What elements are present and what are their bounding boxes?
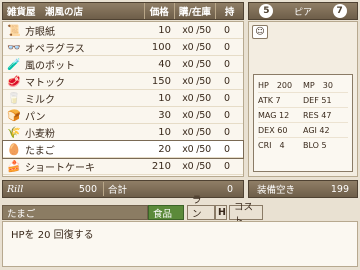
- item-owned: 0: [223, 160, 231, 172]
- item-row[interactable]: 📜 方眼紙 10 x0 /50 0: [3, 22, 243, 39]
- item-row[interactable]: 🥛 ミルク 10 x0 /50 0: [3, 90, 243, 107]
- item-name: 小麦粉: [25, 128, 55, 140]
- item-name: オペラグラス: [25, 43, 85, 55]
- item-stock: x0 /50: [182, 24, 211, 36]
- meat-icon: 🥩: [7, 74, 21, 88]
- item-name: ミルク: [25, 94, 55, 106]
- item-price: 10: [158, 24, 171, 36]
- item-stock: x0 /50: [182, 109, 211, 121]
- currency-value: 500: [78, 183, 97, 195]
- paper-icon: 📜: [7, 23, 21, 37]
- item-name: たまご: [25, 145, 55, 157]
- item-price: 100: [151, 41, 171, 53]
- detail-cost-label: コスト: [229, 202, 263, 227]
- detail-item-name: たまご: [2, 205, 148, 220]
- item-row[interactable]: 🧪 風のポット 40 x0 /50 0: [3, 56, 243, 73]
- detail-rank-label: ランク: [187, 195, 215, 234]
- total-value: 0: [226, 183, 233, 195]
- item-description-box: HPを 20 回復する: [2, 221, 358, 267]
- item-row[interactable]: 👓 オペラグラス 100 x0 /50 0: [3, 39, 243, 56]
- stat-res: RES 47: [303, 110, 332, 120]
- item-stock: x0 /50: [182, 160, 211, 172]
- stat-def: DEF 51: [303, 95, 332, 105]
- detail-rank-value: H: [215, 205, 227, 220]
- item-owned: 0: [223, 92, 231, 104]
- shop-title: 雑貨屋 潮風の店: [7, 7, 84, 18]
- stat-atk: ATK 7: [258, 95, 281, 105]
- stat-blo: BLO 5: [303, 141, 327, 150]
- coin-right-count: 7: [332, 4, 347, 18]
- column-header-owned: 持: [215, 3, 243, 19]
- item-owned: 0: [223, 126, 231, 138]
- item-price: 210: [151, 160, 171, 172]
- item-row[interactable]: 🍞 パン 30 x0 /50 0: [3, 107, 243, 124]
- column-header-price: 価格: [143, 3, 174, 19]
- stat-mag: MAG 12: [258, 110, 290, 120]
- item-stock: x0 /50: [182, 143, 211, 155]
- bread-icon: 🍞: [7, 108, 21, 122]
- coin-label: ピア: [293, 7, 312, 18]
- item-price: 10: [158, 126, 171, 138]
- item-row[interactable]: 🍰 ショートケーキ 210 x0 /50 0: [3, 158, 243, 175]
- item-price: 20: [158, 143, 171, 155]
- stat-dex: DEX 60: [258, 125, 288, 135]
- item-description: HPを 20 回復する: [11, 230, 94, 241]
- flour-icon: 🌾: [7, 125, 21, 139]
- character-face-icon[interactable]: ☺: [252, 25, 268, 39]
- item-name: 風のポット: [25, 60, 75, 72]
- item-stock: x0 /50: [182, 41, 211, 53]
- character-panel: ☺ HP 200 MP 30 ATK 7 DEF 51 MAG 12 RES 4…: [248, 21, 358, 177]
- detail-category-badge: 食品: [148, 205, 184, 220]
- capacity-value: 199: [330, 183, 349, 195]
- item-stock: x0 /50: [182, 92, 211, 104]
- item-name: パン: [25, 111, 46, 123]
- item-owned: 0: [223, 143, 231, 155]
- shop-header: 雑貨屋 潮風の店 価格 購/在庫 持: [2, 2, 244, 20]
- egg-icon: 🥚: [7, 142, 21, 156]
- potion-icon: 🧪: [7, 57, 21, 71]
- detail-bar: たまご 食品 ランク H コスト: [2, 195, 294, 234]
- stat-agi: AGI 42: [303, 125, 330, 135]
- item-stock: x0 /50: [182, 58, 211, 70]
- coin-left-count: 5: [259, 4, 274, 18]
- item-list: 📜 方眼紙 10 x0 /50 0 👓 オペラグラス 100 x0 /50 0 …: [2, 21, 244, 177]
- item-owned: 0: [223, 75, 231, 87]
- item-owned: 0: [223, 41, 231, 53]
- stat-mp: MP 30: [303, 80, 333, 90]
- item-row-selected[interactable]: 🥚 たまご 20 x0 /50 0: [2, 140, 244, 159]
- item-stock: x0 /50: [182, 126, 211, 138]
- milk-icon: 🥛: [7, 91, 21, 105]
- item-price: 30: [158, 109, 171, 121]
- item-owned: 0: [223, 24, 231, 36]
- glasses-icon: 👓: [7, 40, 21, 54]
- item-price: 10: [158, 92, 171, 104]
- item-name: 方眼紙: [25, 26, 55, 38]
- stat-cri: CRI 4: [258, 141, 285, 150]
- currency-label: Rill: [7, 183, 24, 195]
- stats-box: HP 200 MP 30 ATK 7 DEF 51 MAG 12 RES 47 …: [253, 74, 353, 172]
- item-name: マトック: [25, 77, 65, 89]
- item-row[interactable]: 🥩 マトック 150 x0 /50 0: [3, 73, 243, 90]
- item-row[interactable]: 🌾 小麦粉 10 x0 /50 0: [3, 124, 243, 141]
- column-header-stock: 購/在庫: [173, 3, 216, 19]
- stat-row: DEX 60 AGI 42: [258, 123, 348, 138]
- stat-row: MAG 12 RES 47: [258, 108, 348, 123]
- cake-icon: 🍰: [7, 159, 21, 173]
- item-stock: x0 /50: [182, 75, 211, 87]
- item-price: 150: [151, 75, 171, 87]
- capacity-bar: 装備空き 199: [248, 180, 358, 198]
- stat-hp: HP 200: [258, 80, 293, 90]
- item-owned: 0: [223, 109, 231, 121]
- stat-row: HP 200 MP 30: [258, 78, 348, 93]
- coin-bar: 5 ピア 7: [248, 2, 358, 20]
- item-owned: 0: [223, 58, 231, 70]
- stat-row: ATK 7 DEF 51: [258, 93, 348, 108]
- total-label: 合計: [103, 182, 143, 196]
- capacity-label: 装備空き: [257, 185, 296, 196]
- item-price: 40: [158, 58, 171, 70]
- item-name: ショートケーキ: [25, 162, 95, 174]
- stat-row: CRI 4 BLO 5: [258, 138, 348, 153]
